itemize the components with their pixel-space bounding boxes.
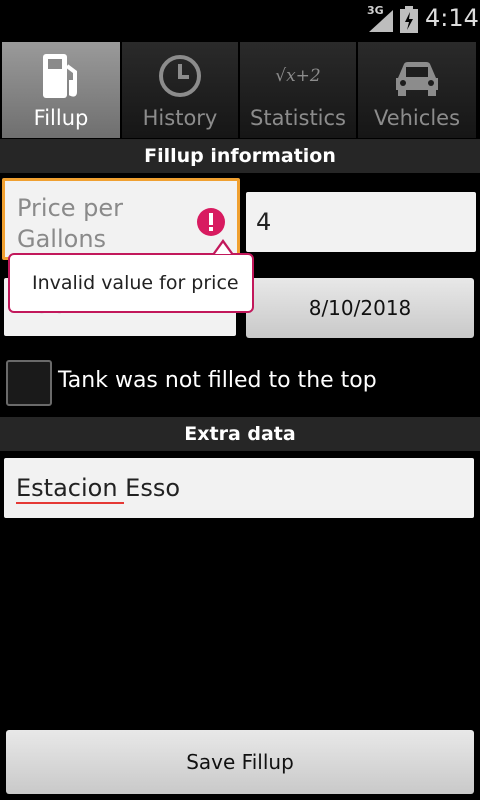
gallons-input[interactable]: 4: [246, 192, 476, 252]
clock: 4:14: [425, 4, 479, 32]
tab-label: Vehicles: [373, 106, 461, 130]
date-picker-button[interactable]: 8/10/2018: [246, 278, 474, 338]
price-placeholder: Price per Gallons: [17, 194, 124, 253]
error-popup: Invalid value for price: [8, 253, 254, 313]
spellcheck-underline: [16, 502, 124, 504]
comment-input[interactable]: Estacion Esso: [4, 458, 474, 518]
extra-data-header: Extra data: [0, 417, 480, 451]
battery-icon: [400, 6, 418, 33]
signal-icon: [369, 10, 393, 32]
error-popup-arrow-inner: [215, 243, 231, 254]
comment-value: Estacion Esso: [16, 474, 181, 502]
tank-not-full-label: Tank was not filled to the top: [58, 368, 377, 393]
gallons-value: 4: [256, 208, 272, 236]
fillup-information-header: Fillup information: [0, 139, 480, 173]
tab-vehicles[interactable]: Vehicles: [358, 42, 478, 138]
tab-label: History: [142, 106, 218, 130]
tab-fillup[interactable]: Fillup: [2, 42, 122, 138]
tab-statistics[interactable]: √x+2 Statistics: [240, 42, 358, 138]
tab-label: Fillup: [33, 106, 89, 130]
tab-label: Statistics: [250, 106, 346, 130]
car-icon: [396, 62, 438, 96]
formula-icon: √x+2: [275, 66, 321, 86]
error-icon: [197, 208, 225, 236]
clock-icon: [159, 55, 201, 97]
tank-not-full-checkbox[interactable]: [6, 360, 52, 406]
save-fillup-button[interactable]: Save Fillup: [6, 730, 474, 794]
status-bar: 3G 4:14: [0, 0, 480, 38]
tab-bar: Fillup History √x+2 Statistics Vehicles: [0, 42, 480, 138]
tab-history[interactable]: History: [122, 42, 240, 138]
fuel-pump-icon: [43, 54, 77, 98]
price-per-gallon-input[interactable]: Price per Gallons: [2, 178, 240, 260]
